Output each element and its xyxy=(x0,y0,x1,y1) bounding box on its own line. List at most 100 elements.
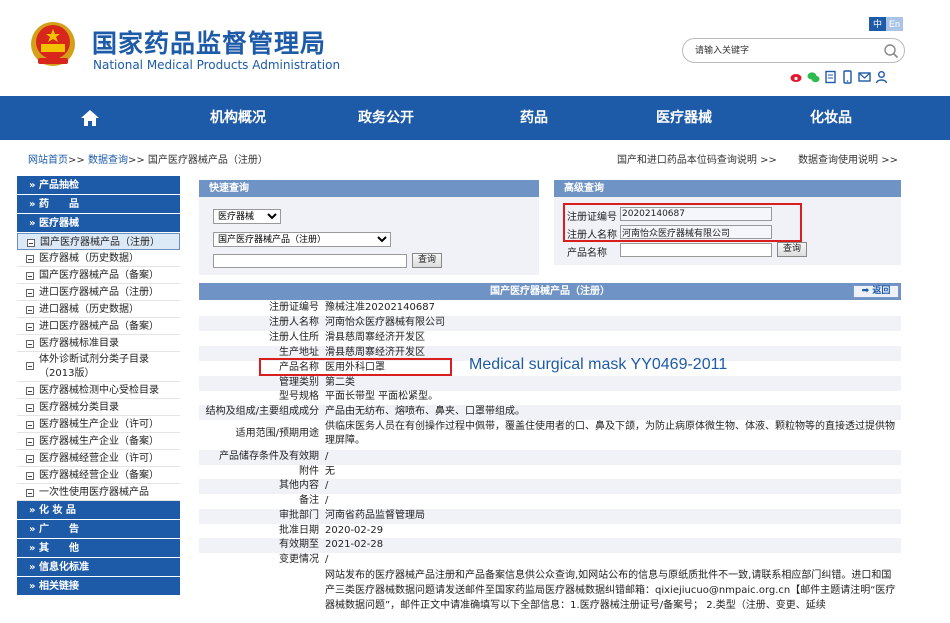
field-value: / xyxy=(325,495,329,506)
product-name-label: 产品名称 xyxy=(567,248,607,259)
site-search xyxy=(682,38,905,63)
breadcrumb-home[interactable]: 网站首页 xyxy=(28,155,68,166)
sidebar-head-it-standards[interactable]: » 信息化标准 xyxy=(17,558,180,577)
highlight-box-query xyxy=(563,203,802,242)
field-value: 第二类 xyxy=(325,377,355,388)
sidebar-item[interactable]: 医疗器械生产企业（备案） xyxy=(17,433,180,450)
field-value: 平面长带型 平面松紧型。 xyxy=(325,391,439,402)
product-name-input[interactable] xyxy=(620,243,772,257)
field-label: 管理类别 xyxy=(279,377,319,388)
field-label: 有效期至 xyxy=(279,539,319,550)
sidebar-item[interactable]: 进口医疗器械产品（注册） xyxy=(17,284,180,301)
breadcrumb-sep: >> xyxy=(68,155,85,166)
sidebar-head-drugs[interactable]: » 药 品 xyxy=(17,195,180,214)
field-label: 其他内容 xyxy=(279,480,319,491)
field-label: 审批部门 xyxy=(279,510,319,521)
field-label: 型号规格 xyxy=(279,391,319,402)
minus-box-icon xyxy=(26,404,34,412)
nav-item-gov-affairs[interactable]: 政务公开 xyxy=(338,96,434,140)
back-arrow-icon: ➡ xyxy=(861,286,873,296)
category-select[interactable]: 医疗器械 xyxy=(213,209,281,224)
sidebar-item[interactable]: 国产医疗器械产品（备案） xyxy=(17,267,180,284)
field-value: 河南怡众医疗器械有限公司 xyxy=(325,317,445,328)
field-label: 结构及组成/主要组成成分 xyxy=(205,406,319,417)
quick-query-input[interactable] xyxy=(213,254,407,268)
minus-box-icon xyxy=(26,255,34,263)
sidebar-item[interactable]: 医疗器械经营企业（备案） xyxy=(17,467,180,484)
sidebar-item[interactable]: 一次性使用医疗器械产品 xyxy=(17,484,180,501)
breadcrumb-query[interactable]: 数据查询 xyxy=(88,155,128,166)
minus-box-icon xyxy=(26,272,34,280)
detail-row: 注册人名称 河南怡众医疗器械有限公司 xyxy=(199,316,901,331)
disclaimer-note: 网站发布的医疗器械产品注册和产品备案信息供公众查询,如网站公布的信息与原纸质批件… xyxy=(325,570,896,611)
sidebar-head-sampling[interactable]: » 产品抽检 xyxy=(17,176,180,195)
advanced-query-title: 高级查询 xyxy=(554,180,901,197)
mobile-icon[interactable] xyxy=(841,70,854,84)
document-icon[interactable] xyxy=(824,70,837,84)
nav-item-about[interactable]: 机构概况 xyxy=(190,96,286,140)
sidebar-item[interactable]: 体外诊断试剂分类子目录（2013版） xyxy=(17,352,180,382)
field-value: 供临床医务人员在有创操作过程中佩带，覆盖住使用者的口、鼻及下颌，为防止病原体微生… xyxy=(325,421,895,446)
field-value: 2020-02-29 xyxy=(325,525,384,536)
sidebar-item[interactable]: 医疗器械检测中心受检目录 xyxy=(17,382,180,399)
sidebar-head-cosmetics[interactable]: » 化 妆 品 xyxy=(17,501,180,520)
query-usage-help-link[interactable]: 数据查询使用说明 >> xyxy=(798,155,898,166)
quick-query-title: 快速查询 xyxy=(199,180,539,197)
detail-row: 注册人住所 滑县慈周寨经济开发区 xyxy=(199,331,901,346)
back-button[interactable]: ➡ 返回 xyxy=(853,285,899,298)
sidebar-head-ads[interactable]: » 广 告 xyxy=(17,520,180,539)
highlight-box-product xyxy=(259,358,452,376)
detail-row: 注册证编号 豫械注准20202140687 xyxy=(199,301,901,316)
sidebar-item[interactable]: 医疗器械经营企业（许可） xyxy=(17,450,180,467)
sidebar-item[interactable]: 医疗器械（历史数据） xyxy=(17,250,180,267)
field-value: 河南省药品监督管理局 xyxy=(325,510,425,521)
annotation-text: Medical surgical mask YY0469-2011 xyxy=(469,356,728,373)
sidebar-item-domestic-reg[interactable]: 国产医疗器械产品（注册） xyxy=(17,233,180,250)
lang-en-button[interactable]: En xyxy=(886,17,903,31)
nav-item-cosmetics[interactable]: 化妆品 xyxy=(783,96,879,140)
detail-row: 审批部门 河南省药品监督管理局 xyxy=(199,509,901,524)
mail-icon[interactable] xyxy=(858,70,871,84)
sidebar-item[interactable]: 医疗器械标准目录 xyxy=(17,335,180,352)
detail-row: 备注 / xyxy=(199,494,901,509)
minus-box-icon xyxy=(26,472,34,480)
nav-item-drugs[interactable]: 药品 xyxy=(486,96,582,140)
search-input[interactable] xyxy=(695,44,875,58)
social-icons xyxy=(790,70,888,84)
minus-box-icon xyxy=(26,387,34,395)
quick-query-button[interactable]: 查询 xyxy=(412,253,442,268)
sidebar-head-devices[interactable]: » 医疗器械 xyxy=(17,214,180,233)
sidebar-head-links[interactable]: » 相关链接 xyxy=(17,577,180,596)
sidebar: » 产品抽检 » 药 品 » 医疗器械 国产医疗器械产品（注册） 医疗器械（历史… xyxy=(17,176,180,623)
minus-box-icon xyxy=(26,455,34,463)
minus-box-icon xyxy=(26,489,34,497)
database-select[interactable]: 国产医疗器械产品（注册） xyxy=(213,232,391,247)
advanced-query-button[interactable]: 查询 xyxy=(777,242,807,257)
home-icon[interactable] xyxy=(80,108,100,128)
sidebar-item[interactable]: 医疗器械分类目录 xyxy=(17,399,180,416)
nav-item-devices[interactable]: 医疗器械 xyxy=(636,96,732,140)
search-icon[interactable] xyxy=(883,43,899,59)
wechat-icon[interactable] xyxy=(807,70,820,84)
national-emblem-icon xyxy=(31,22,75,66)
quick-query-panel: 医疗器械 国产医疗器械产品（注册） 查询 xyxy=(199,197,539,275)
minus-box-icon xyxy=(26,362,34,370)
sidebar-head-other[interactable]: » 其 他 xyxy=(17,539,180,558)
site-title-en[interactable]: National Medical Products Administration xyxy=(93,58,340,72)
site-header: 国家药品监督管理局 National Medical Products Admi… xyxy=(0,0,950,96)
language-switch: 中 En xyxy=(869,17,903,31)
lang-zh-button[interactable]: 中 xyxy=(869,17,886,31)
field-label: 产品储存条件及有效期 xyxy=(219,451,319,462)
site-title-cn[interactable]: 国家药品监督管理局 xyxy=(92,24,326,60)
weibo-icon[interactable] xyxy=(790,70,803,84)
field-label: 注册人名称 xyxy=(269,317,319,328)
field-label: 注册人住所 xyxy=(269,332,319,343)
sidebar-item[interactable]: 医疗器械生产企业（许可） xyxy=(17,416,180,433)
detail-row: 其他内容 / xyxy=(199,479,901,494)
user-icon[interactable] xyxy=(875,70,888,84)
field-value: / xyxy=(325,480,329,491)
sidebar-item[interactable]: 进口器械（历史数据） xyxy=(17,301,180,318)
sidebar-item[interactable]: 进口医疗器械产品（备案） xyxy=(17,318,180,335)
detail-row: 产品储存条件及有效期 / xyxy=(199,450,901,465)
code-query-help-link[interactable]: 国产和进口药品本位码查询说明 >> xyxy=(617,155,777,166)
